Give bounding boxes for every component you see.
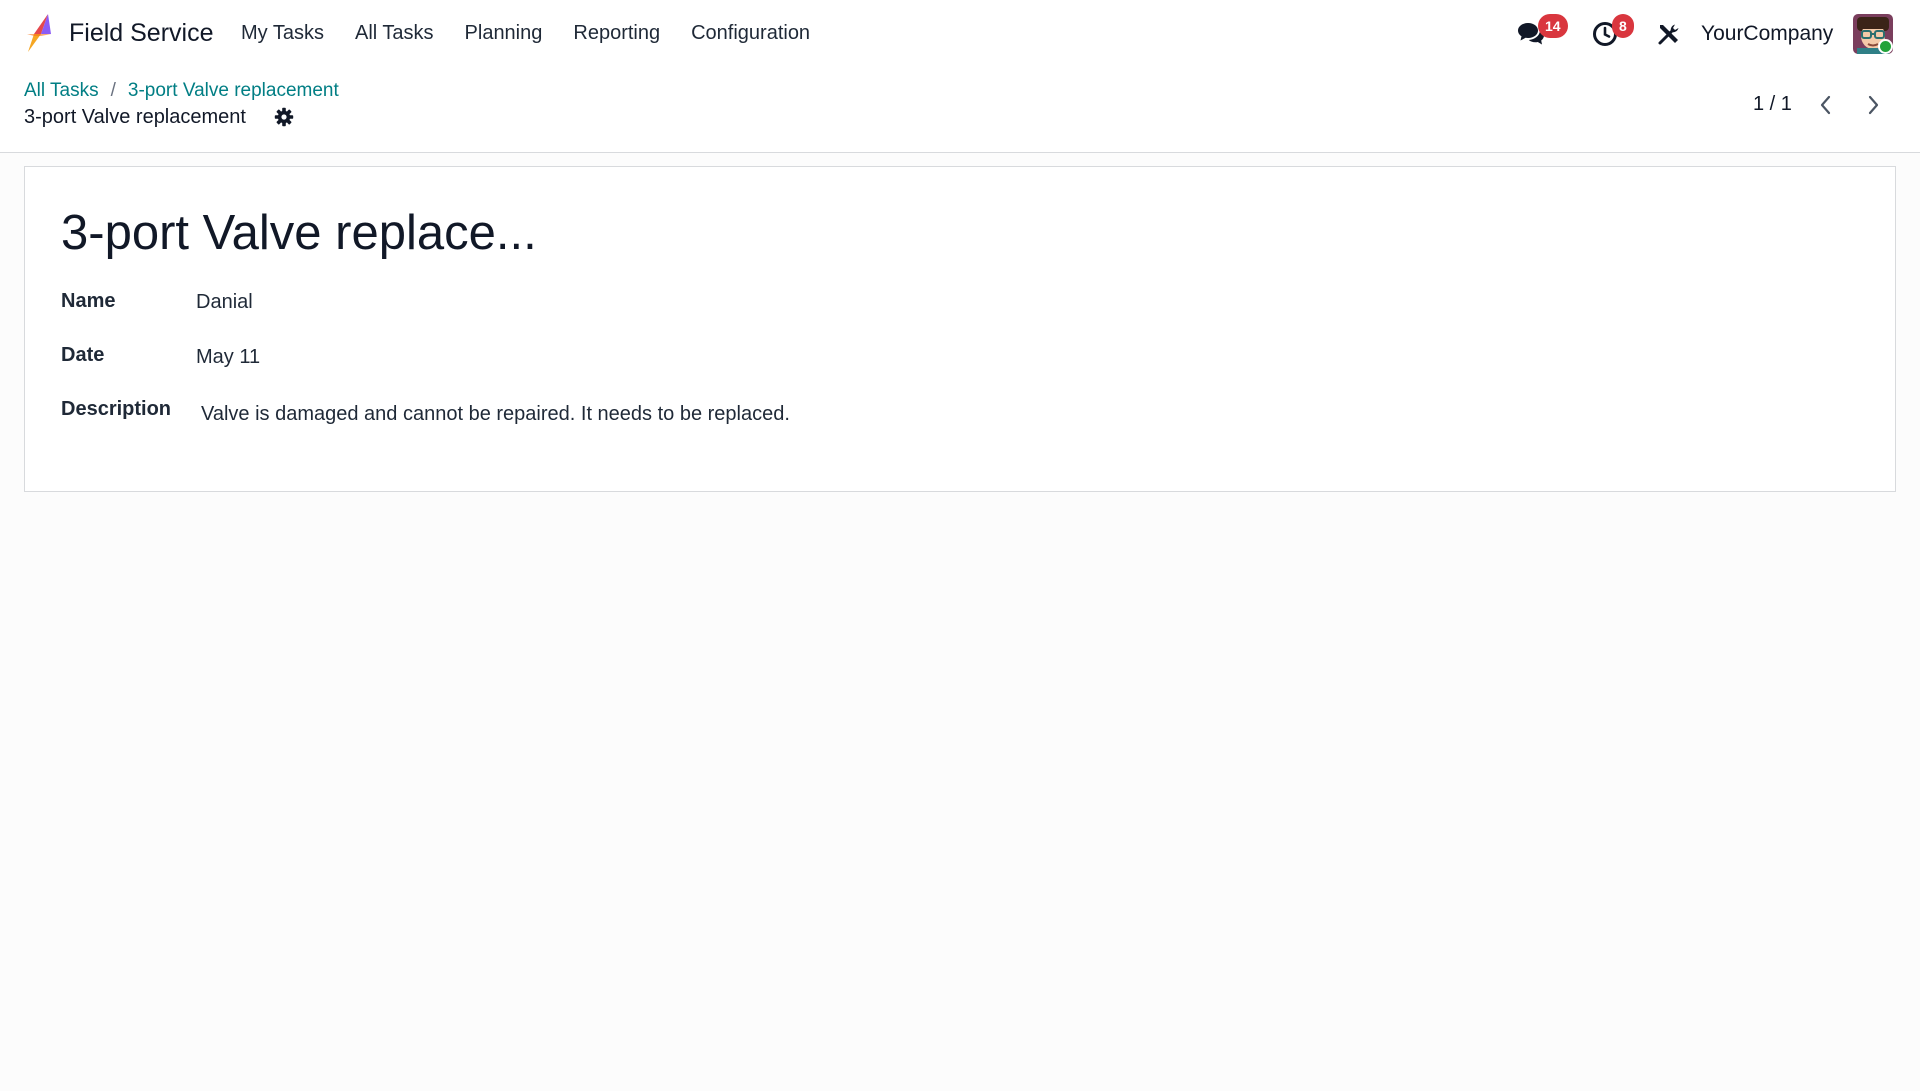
gear-icon[interactable] [274, 107, 294, 127]
menu-reporting[interactable]: Reporting [573, 22, 660, 45]
chevron-right-icon[interactable] [1862, 92, 1884, 118]
chevron-left-icon[interactable] [1815, 92, 1837, 118]
debug-tools-icon[interactable] [1657, 22, 1681, 46]
name-field[interactable]: Danial [196, 291, 253, 314]
pager-value[interactable]: 1 / 1 [1753, 93, 1792, 116]
menu-my-tasks[interactable]: My Tasks [241, 22, 324, 45]
company-switcher[interactable]: YourCompany [1701, 22, 1833, 46]
description-label: Description [61, 398, 172, 420]
date-field[interactable]: May 11 [196, 346, 260, 369]
date-label: Date [61, 344, 105, 366]
form-sheet: 3-port Valve replace... Name Danial Date… [24, 166, 1896, 492]
activities-badge: 8 [1612, 14, 1634, 38]
main-menu: My Tasks All Tasks Planning Reporting Co… [241, 22, 841, 45]
breadcrumb-separator: / [110, 80, 116, 101]
field-service-logo-icon[interactable] [24, 14, 54, 52]
messages-badge: 14 [1538, 14, 1568, 38]
name-label: Name [61, 290, 116, 312]
menu-planning[interactable]: Planning [465, 22, 543, 45]
breadcrumb-current-task[interactable]: 3-port Valve replacement [128, 80, 339, 101]
app-name[interactable]: Field Service [69, 19, 214, 48]
description-field[interactable]: Valve is damaged and cannot be repaired.… [201, 403, 790, 426]
task-title[interactable]: 3-port Valve replace... [61, 205, 537, 261]
online-status-dot [1878, 39, 1893, 54]
menu-all-tasks[interactable]: All Tasks [355, 22, 434, 45]
breadcrumb: All Tasks / 3-port Valve replacement [24, 80, 339, 102]
record-title: 3-port Valve replacement [24, 106, 246, 128]
menu-configuration[interactable]: Configuration [691, 22, 810, 45]
breadcrumb-all-tasks[interactable]: All Tasks [24, 80, 99, 101]
top-navbar: Field Service My Tasks All Tasks Plannin… [0, 0, 1920, 68]
